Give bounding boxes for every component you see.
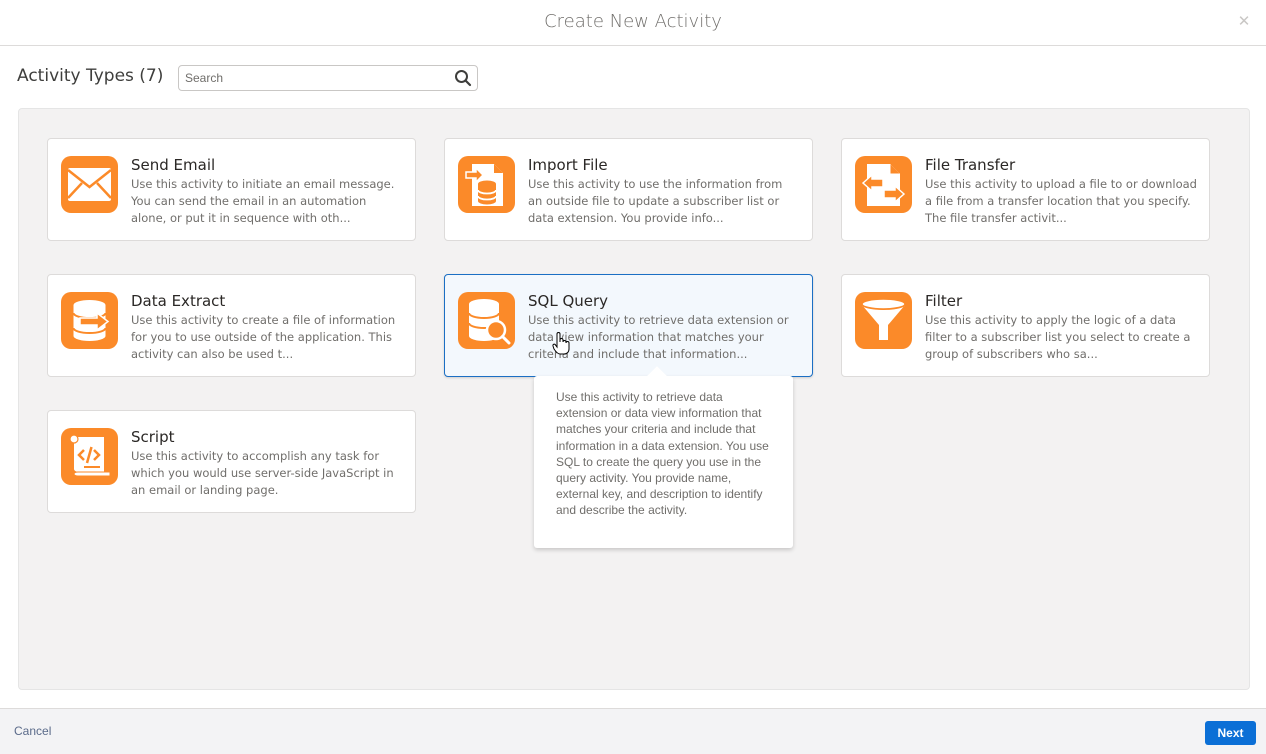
activity-card-file-transfer[interactable]: File Transfer Use this activity to uploa… [841,138,1210,241]
activity-description: Use this activity to create a file of in… [131,313,396,361]
activity-card-send-email[interactable]: Send Email Use this activity to initiate… [47,138,416,241]
activity-card-import-file[interactable]: Import File Use this activity to use the… [444,138,813,241]
filter-funnel-icon [855,292,912,349]
activity-description: Use this activity to apply the logic of … [925,313,1191,361]
script-code-icon [61,428,118,485]
data-extract-icon [61,292,118,349]
tooltip-text: Use this activity to retrieve data exten… [556,390,769,518]
activity-name: Send Email [131,156,216,174]
activity-card-script[interactable]: Script Use this activity to accomplish a… [47,410,416,513]
search-input[interactable] [179,66,449,90]
activity-card-filter[interactable]: Filter Use this activity to apply the lo… [841,274,1210,377]
activity-description: Use this activity to accomplish any task… [131,449,394,497]
sql-query-icon [458,292,515,349]
search-icon[interactable] [453,68,473,88]
activity-description: Use this activity to upload a file to or… [925,177,1197,225]
dialog-header: Create New Activity ✕ [0,0,1266,46]
activity-description: Use this activity to use the information… [528,177,783,225]
activity-card-sql-query[interactable]: SQL Query Use this activity to retrieve … [444,274,813,377]
next-button[interactable]: Next [1205,721,1256,745]
toolbar: Activity Types (7) [0,46,1266,108]
cancel-button[interactable]: Cancel [14,724,51,738]
activity-description: Use this activity to initiate an email m… [131,177,395,225]
dialog-footer: Cancel Next [0,708,1266,754]
activity-types-heading: Activity Types (7) [17,66,164,86]
envelope-icon [61,156,118,213]
activity-name: Data Extract [131,292,226,310]
activity-card-data-extract[interactable]: Data Extract Use this activity to create… [47,274,416,377]
activity-name: SQL Query [528,292,609,310]
close-icon[interactable]: ✕ [1236,14,1252,30]
file-transfer-icon [855,156,912,213]
activity-name: Import File [528,156,608,174]
activity-name: Filter [925,292,963,310]
activity-name: Script [131,428,175,446]
dialog-title: Create New Activity [544,11,722,32]
activity-tooltip: Use this activity to retrieve data exten… [534,366,793,548]
search-box[interactable] [178,65,478,91]
hand-pointer-cursor-icon [552,332,570,356]
activity-name: File Transfer [925,156,1016,174]
import-file-icon [458,156,515,213]
create-activity-dialog: Create New Activity ✕ Activity Types (7)… [0,0,1266,754]
